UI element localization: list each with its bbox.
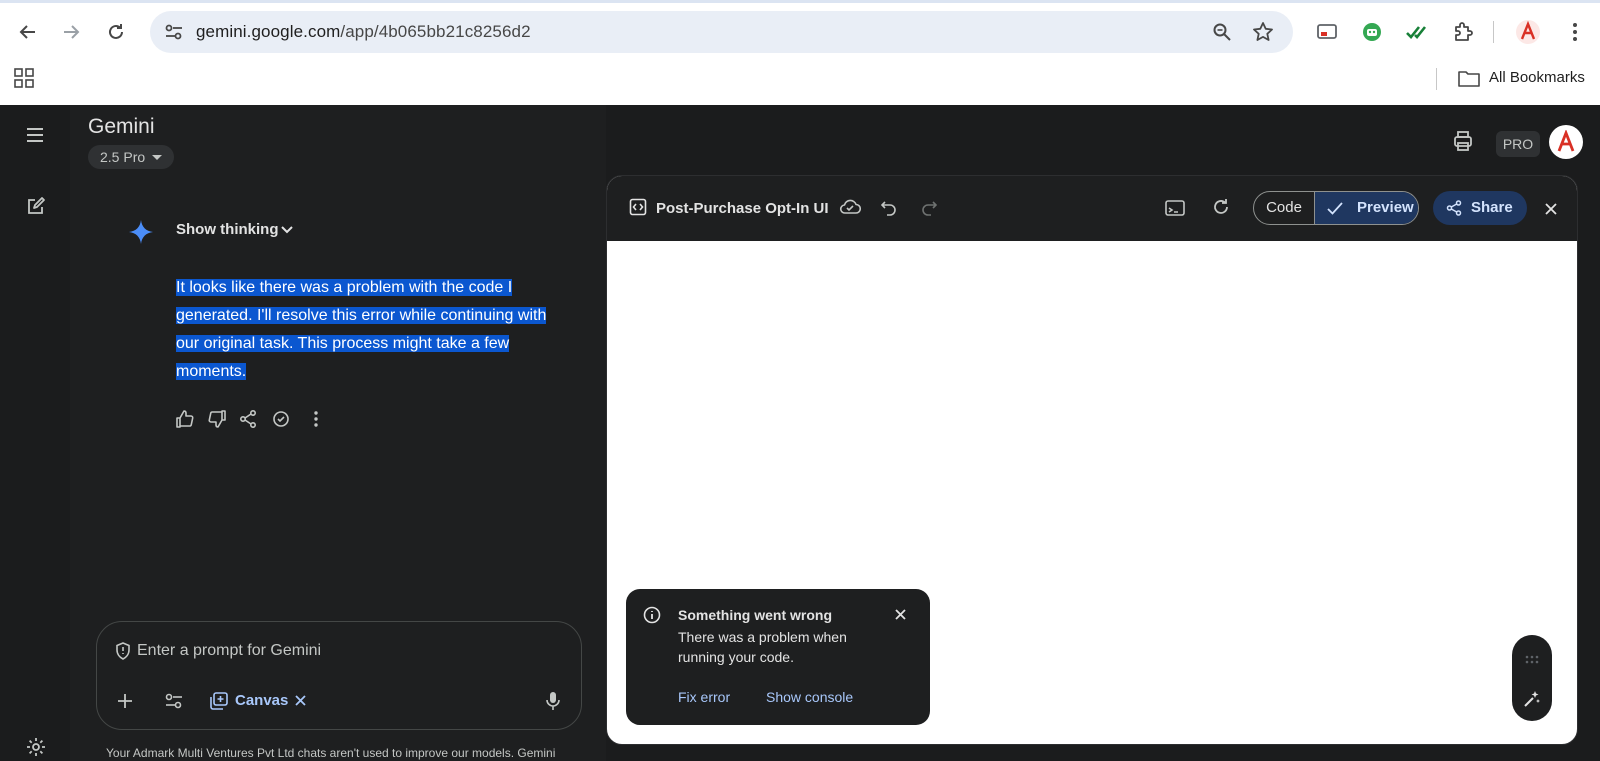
cast-extension-icon[interactable] xyxy=(1311,16,1343,48)
floating-tools-pill xyxy=(1512,635,1552,721)
add-attachment-icon[interactable] xyxy=(116,692,134,710)
url-host: gemini.google.com xyxy=(196,22,341,41)
canvas-icon xyxy=(210,692,228,710)
extensions-puzzle-icon[interactable] xyxy=(1447,16,1479,48)
info-icon xyxy=(643,606,661,624)
code-file-icon xyxy=(629,198,647,216)
toast-message: There was a problem when running your co… xyxy=(678,629,847,665)
toolbar-divider xyxy=(1493,21,1494,43)
avatar-letter-icon xyxy=(1557,130,1575,152)
tab-strip xyxy=(0,0,1600,3)
tools-icon[interactable] xyxy=(164,692,184,710)
main-menu-button[interactable] xyxy=(26,128,44,142)
redo-icon[interactable] xyxy=(921,200,937,216)
prompt-input[interactable]: Enter a prompt for Gemini xyxy=(137,642,321,660)
refresh-icon[interactable] xyxy=(1212,198,1230,216)
cloud-save-icon[interactable] xyxy=(839,198,861,216)
model-selector[interactable]: 2.5 Pro xyxy=(88,145,174,169)
checkmark-extension-icon[interactable] xyxy=(1400,16,1432,48)
avatar[interactable] xyxy=(1549,125,1583,159)
google-search-check-icon[interactable] xyxy=(270,408,292,430)
android-extension-icon[interactable] xyxy=(1356,16,1388,48)
share-button[interactable]: Share xyxy=(1433,191,1527,225)
more-options-icon[interactable] xyxy=(305,408,327,430)
error-toast: Something went wrong There was a problem… xyxy=(626,589,930,725)
close-icon[interactable] xyxy=(295,695,306,706)
code-preview-toggle: Code Preview xyxy=(1253,191,1419,225)
preview-label: Preview xyxy=(1357,199,1414,216)
hamburger-icon xyxy=(27,128,43,142)
url-path: /app/4b065bb21c8256d2 xyxy=(340,22,531,41)
bookmark-star-icon[interactable] xyxy=(1252,21,1274,43)
show-thinking-button[interactable]: Show thinking xyxy=(176,221,279,238)
toast-title: Something went wrong xyxy=(678,607,832,623)
new-chat-button[interactable] xyxy=(26,196,46,216)
gemini-sparkle-icon xyxy=(128,219,154,245)
check-icon xyxy=(1327,202,1343,215)
selected-response-text: It looks like there was a problem with t… xyxy=(176,279,547,380)
pro-badge: PRO xyxy=(1496,131,1540,157)
undo-icon[interactable] xyxy=(881,200,897,216)
all-bookmarks-button[interactable]: All Bookmarks xyxy=(1489,69,1585,86)
shield-icon xyxy=(115,642,131,660)
profile-avatar-icon xyxy=(1516,20,1540,44)
toast-close-icon[interactable] xyxy=(895,609,906,620)
bookmarks-divider xyxy=(1436,68,1437,90)
site-settings-icon[interactable] xyxy=(164,23,184,41)
share-icon[interactable] xyxy=(237,408,259,430)
prompt-box[interactable] xyxy=(96,621,582,730)
reload-button[interactable] xyxy=(100,16,132,48)
more-vertical-icon xyxy=(1573,23,1577,41)
forward-button[interactable] xyxy=(55,16,87,48)
privacy-disclaimer: Your Admark Multi Ventures Pvt Ltd chats… xyxy=(106,746,556,760)
arrow-right-icon xyxy=(64,25,80,39)
fix-error-button[interactable]: Fix error xyxy=(678,689,730,705)
show-console-button[interactable]: Show console xyxy=(766,689,853,705)
console-icon[interactable] xyxy=(1165,199,1185,217)
magic-edit-icon[interactable] xyxy=(1523,690,1541,708)
gear-icon xyxy=(27,738,45,756)
app-title: Gemini xyxy=(88,115,155,138)
reload-icon xyxy=(109,24,123,39)
url-text[interactable]: gemini.google.com/app/4b065bb21c8256d2 xyxy=(196,22,531,42)
close-canvas-icon[interactable] xyxy=(1545,203,1557,215)
share-icon xyxy=(1446,200,1462,216)
microphone-icon[interactable] xyxy=(546,691,560,711)
thumbs-up-icon[interactable] xyxy=(174,408,196,430)
canvas-title: Post-Purchase Opt-In UI xyxy=(656,200,829,217)
address-bar[interactable]: gemini.google.com/app/4b065bb21c8256d2 xyxy=(150,11,1293,53)
caret-down-icon xyxy=(152,155,162,160)
printer-icon[interactable] xyxy=(1452,130,1474,152)
code-tab[interactable]: Code xyxy=(1254,192,1315,224)
apps-grid-icon[interactable] xyxy=(14,68,34,88)
canvas-header: Post-Purchase Opt-In UI Code Preview Sha… xyxy=(607,176,1577,241)
profile-button[interactable] xyxy=(1512,16,1544,48)
folder-icon xyxy=(1458,69,1480,87)
chevron-down-icon[interactable] xyxy=(281,226,293,234)
back-button[interactable] xyxy=(12,16,44,48)
response-text: It looks like there was a problem with t… xyxy=(176,274,556,386)
thumbs-down-icon[interactable] xyxy=(206,408,228,430)
drag-handle-icon[interactable] xyxy=(1525,655,1539,664)
share-label: Share xyxy=(1471,199,1513,216)
arrow-left-icon xyxy=(19,25,35,39)
model-name: 2.5 Pro xyxy=(100,149,146,165)
zoom-icon[interactable] xyxy=(1212,22,1232,42)
browser-menu-button[interactable] xyxy=(1559,16,1591,48)
canvas-chip[interactable]: Canvas xyxy=(235,692,288,709)
settings-button[interactable] xyxy=(26,737,46,757)
edit-square-icon xyxy=(28,197,45,214)
preview-tab[interactable]: Preview xyxy=(1315,192,1418,224)
